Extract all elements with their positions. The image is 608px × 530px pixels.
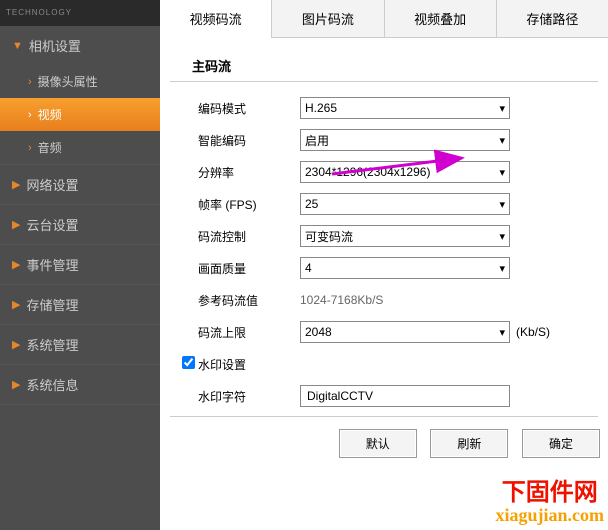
sidebar-cat-label: 事件管理: [26, 255, 78, 274]
sidebar-cat-label: 相机设置: [29, 36, 81, 55]
tab-video-overlay[interactable]: 视频叠加: [384, 0, 496, 37]
logo: TECHNOLOGY: [0, 0, 160, 26]
chevron-right-icon: ▶: [12, 378, 20, 391]
chevron-down-icon: ▾: [499, 326, 505, 339]
site-watermark: 下固件网 xiagujian.com: [495, 472, 604, 526]
tabs: 视频码流 图片码流 视频叠加 存储路径: [160, 0, 608, 38]
sidebar-item-audio[interactable]: › 音频: [0, 131, 160, 164]
sidebar-cat-label: 系统管理: [26, 335, 78, 354]
quality-label: 画面质量: [198, 260, 300, 277]
sidebar-cat-label: 网络设置: [26, 175, 78, 194]
bitrate-ctrl-select[interactable]: 可变码流▾: [300, 225, 510, 247]
tab-image-stream[interactable]: 图片码流: [271, 0, 383, 37]
resolution-label: 分辨率: [198, 164, 300, 181]
chevron-right-icon: ▶: [12, 258, 20, 271]
bitrate-max-select[interactable]: 2048▾: [300, 321, 510, 343]
main-panel: 视频码流 图片码流 视频叠加 存储路径 主码流 编码模式 H.265▾ 智能编码…: [160, 0, 608, 530]
form: 编码模式 H.265▾ 智能编码 启用▾ 分辨率 2304*1296(2304x…: [160, 82, 608, 408]
refresh-button[interactable]: 刷新: [430, 429, 508, 458]
sidebar-cat-camera[interactable]: ▼ 相机设置: [0, 26, 160, 65]
sidebar-cat-storage[interactable]: ▶ 存储管理: [0, 285, 160, 325]
button-row: 默认 刷新 确定: [160, 417, 608, 470]
chevron-right-icon: ▶: [12, 178, 20, 191]
smart-encode-select[interactable]: 启用▾: [300, 129, 510, 151]
chevron-down-icon: ▾: [499, 134, 505, 147]
ref-bitrate-value: 1024-7168Kb/S: [300, 293, 383, 307]
bitrate-ctrl-label: 码流控制: [198, 228, 300, 245]
sidebar-cat-ptz[interactable]: ▶ 云台设置: [0, 205, 160, 245]
section-title: 主码流: [170, 38, 598, 82]
chevron-right-icon: ▶: [12, 218, 20, 231]
sidebar-cat-system[interactable]: ▶ 系统管理: [0, 325, 160, 365]
sidebar-cat-label: 存储管理: [26, 295, 78, 314]
chevron-right-icon: ›: [28, 76, 32, 88]
quality-select[interactable]: 4▾: [300, 257, 510, 279]
fps-label: 帧率 (FPS): [198, 196, 300, 213]
sidebar-item-label: 摄像头属性: [38, 73, 98, 90]
sidebar-item-label: 视频: [38, 106, 62, 123]
sidebar-item-camera-attr[interactable]: › 摄像头属性: [0, 65, 160, 98]
sidebar-cat-network[interactable]: ▶ 网络设置: [0, 165, 160, 205]
chevron-down-icon: ▾: [499, 198, 505, 211]
sidebar-item-video[interactable]: › 视频: [0, 98, 160, 131]
sidebar-cat-event[interactable]: ▶ 事件管理: [0, 245, 160, 285]
chevron-down-icon: ▾: [499, 102, 505, 115]
watermark-text-label: 水印字符: [198, 388, 300, 405]
watermark-enable-label: 水印设置: [198, 356, 300, 373]
bitrate-max-label: 码流上限: [198, 324, 300, 341]
ref-bitrate-label: 参考码流值: [198, 292, 300, 309]
fps-select[interactable]: 25▾: [300, 193, 510, 215]
sidebar: TECHNOLOGY ▼ 相机设置 › 摄像头属性 › 视频 › 音频 ▶ 网络设…: [0, 0, 160, 530]
encode-mode-select[interactable]: H.265▾: [300, 97, 510, 119]
tab-storage-path[interactable]: 存储路径: [496, 0, 608, 37]
chevron-down-icon: ▾: [499, 166, 505, 179]
resolution-select[interactable]: 2304*1296(2304x1296)▾: [300, 161, 510, 183]
sidebar-cat-label: 云台设置: [26, 215, 78, 234]
watermark-line2: xiagujian.com: [495, 505, 604, 526]
default-button[interactable]: 默认: [339, 429, 417, 458]
chevron-right-icon: ▶: [12, 298, 20, 311]
smart-encode-label: 智能编码: [198, 132, 300, 149]
sidebar-cat-label: 系统信息: [26, 375, 78, 394]
sidebar-item-label: 音频: [38, 139, 62, 156]
tab-video-stream[interactable]: 视频码流: [160, 0, 271, 38]
sidebar-cat-sysinfo[interactable]: ▶ 系统信息: [0, 365, 160, 405]
chevron-right-icon: ▶: [12, 338, 20, 351]
chevron-right-icon: ›: [28, 142, 32, 154]
chevron-right-icon: ›: [28, 109, 32, 121]
bitrate-unit: (Kb/S): [516, 325, 550, 339]
chevron-down-icon: ▾: [499, 230, 505, 243]
watermark-text-input[interactable]: [300, 385, 510, 407]
ok-button[interactable]: 确定: [522, 429, 600, 458]
chevron-down-icon: ▼: [12, 40, 23, 52]
chevron-down-icon: ▾: [499, 262, 505, 275]
watermark-checkbox[interactable]: [182, 356, 195, 369]
watermark-line1: 下固件网: [495, 472, 604, 507]
encode-mode-label: 编码模式: [198, 100, 300, 117]
